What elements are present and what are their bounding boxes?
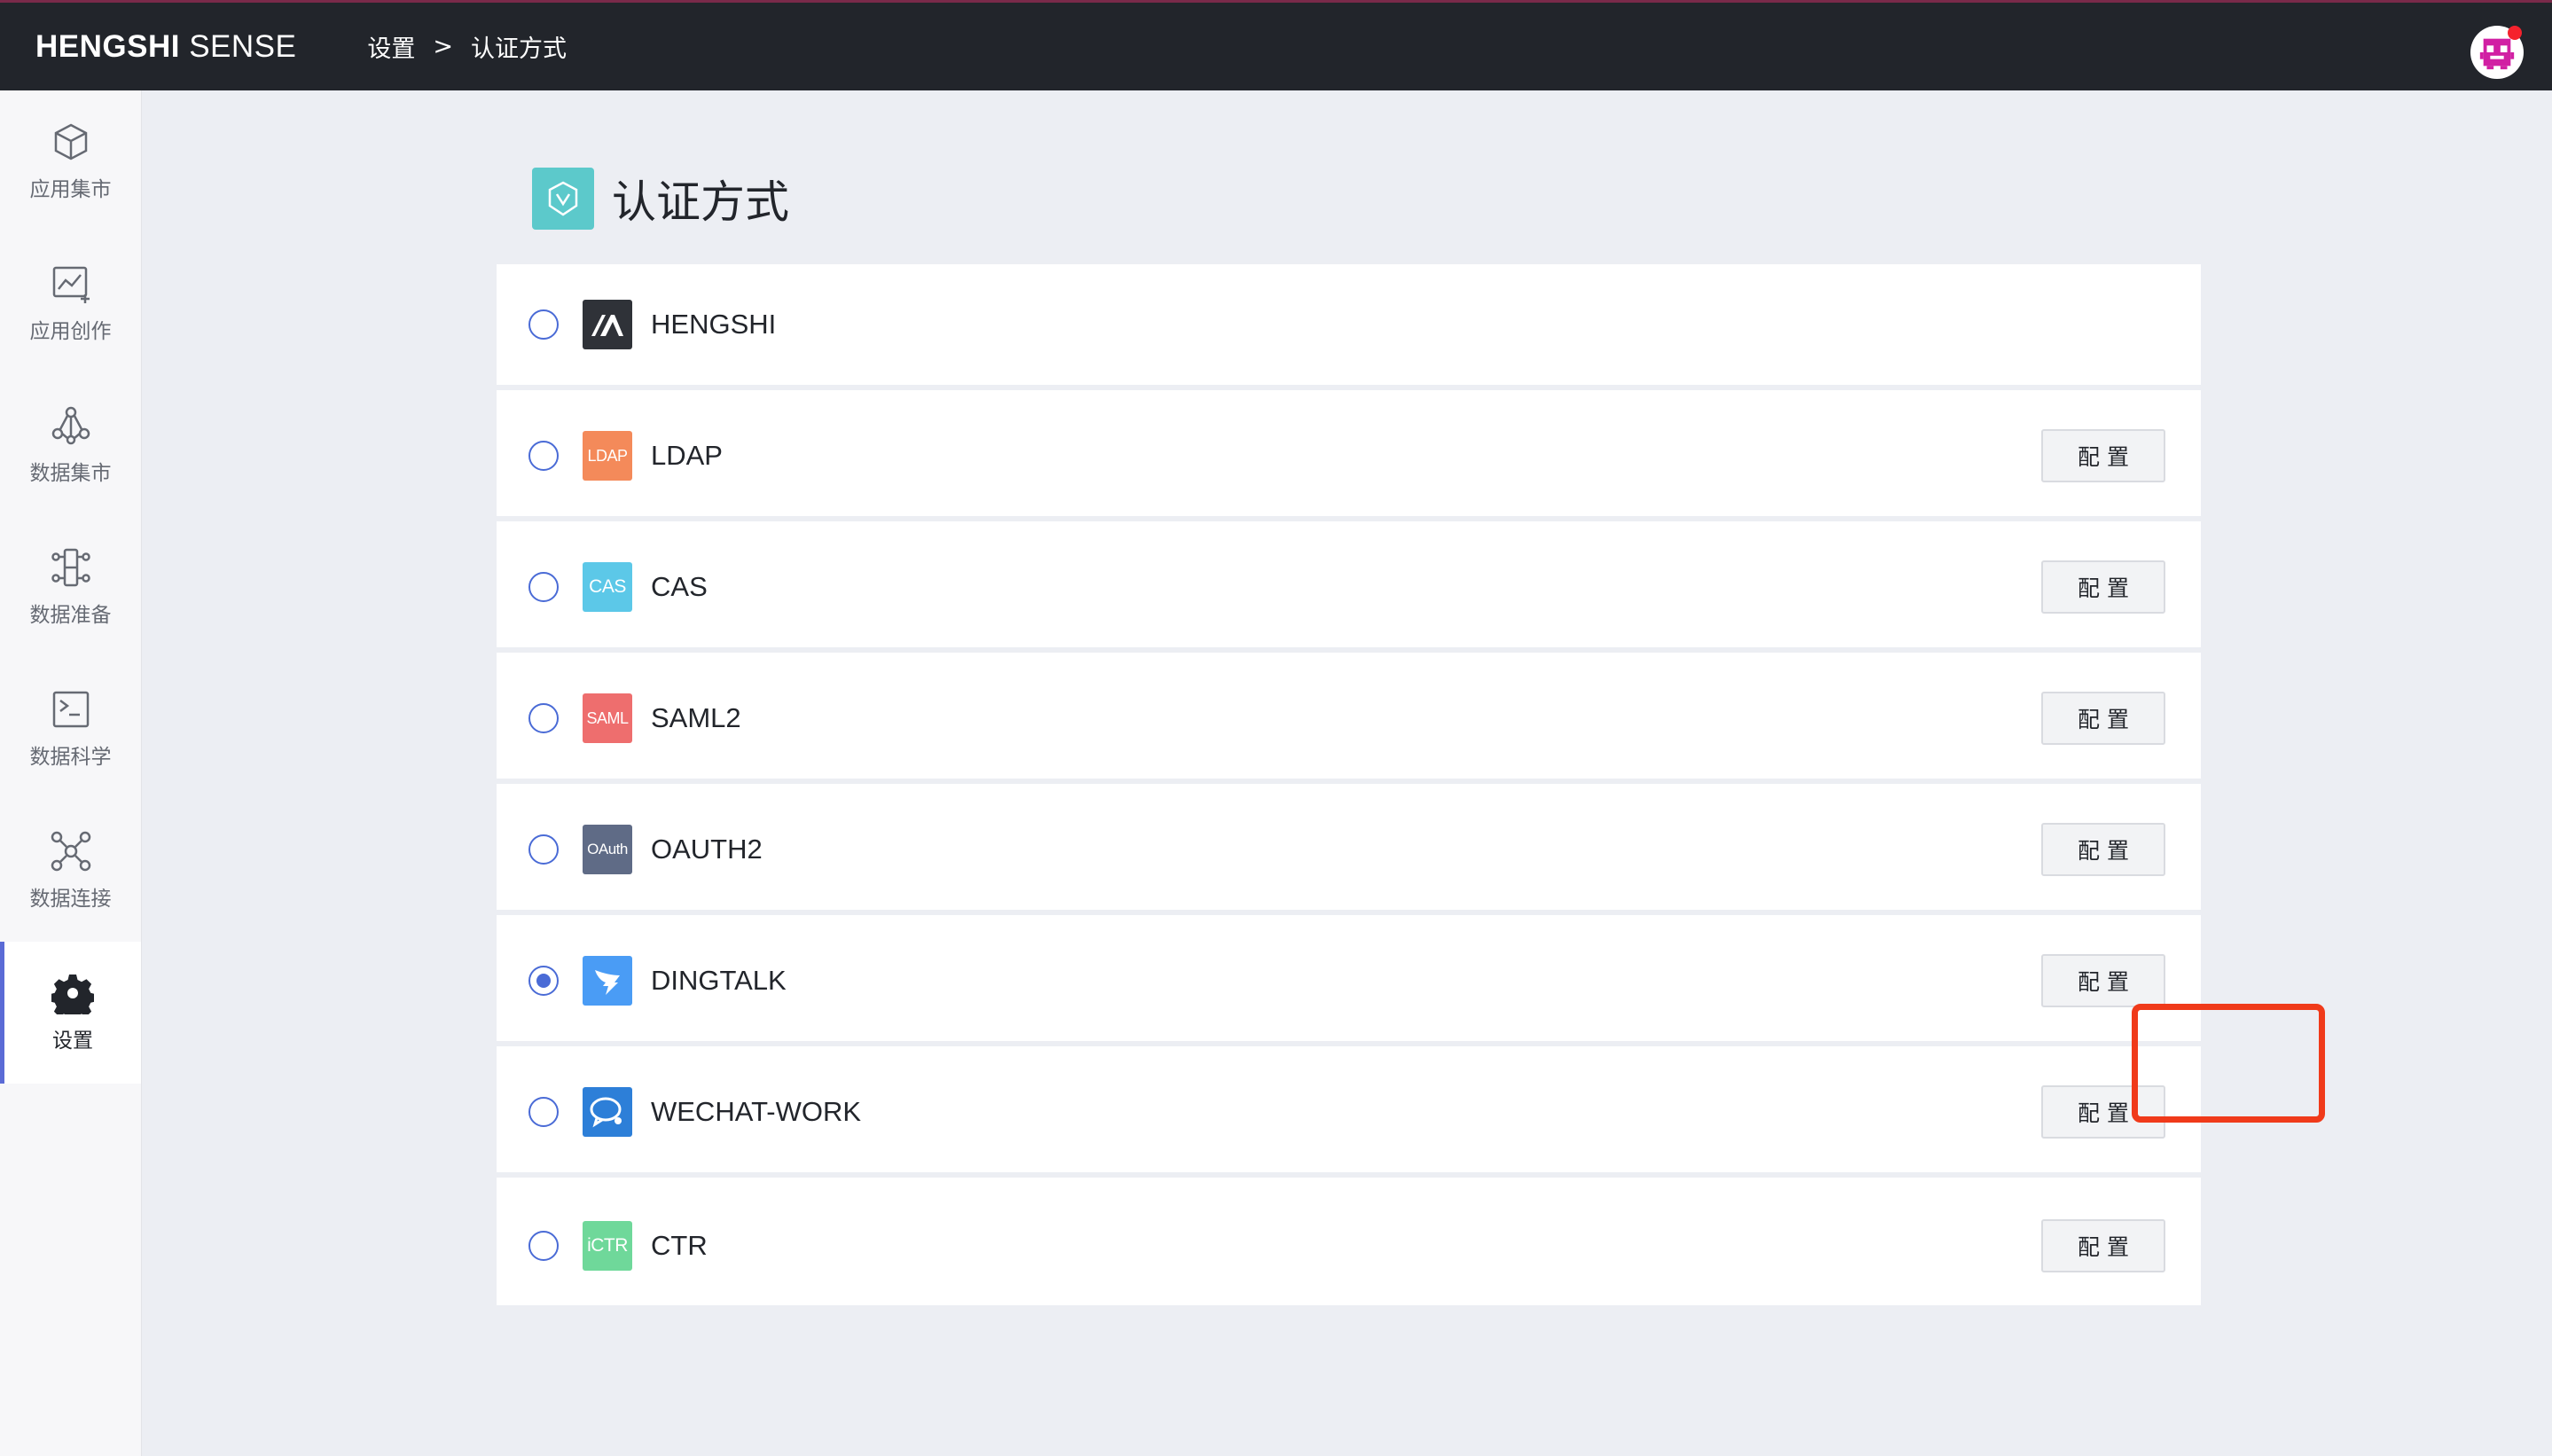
ctr-logo-icon: iCTR: [583, 1221, 632, 1271]
sidebar-item-data-science[interactable]: 数据科学: [0, 658, 141, 800]
auth-name: LDAP: [651, 440, 723, 471]
auth-name: DINGTALK: [651, 965, 787, 996]
radio-oauth2[interactable]: [528, 834, 559, 865]
auth-name: OAUTH2: [651, 834, 763, 865]
saml-logo-icon: SAML: [583, 693, 632, 743]
sidebar-item-settings[interactable]: 设置: [0, 942, 141, 1084]
config-button-cas[interactable]: 配置: [2041, 560, 2165, 614]
data-market-icon: [51, 406, 90, 445]
auth-row-ldap: LDAP LDAP 配置: [497, 395, 2201, 521]
auth-methods-list: HENGSHI LDAP LDAP 配置 CAS CAS 配置 SAML SAM…: [497, 264, 2201, 1305]
auth-row-ctr: iCTR CTR 配置: [497, 1183, 2201, 1309]
sidebar-item-label: 数据科学: [29, 746, 112, 769]
sidebar-item-label: 数据集市: [29, 462, 112, 485]
config-button-oauth2[interactable]: 配置: [2041, 823, 2165, 876]
sidebar-item-data-connect[interactable]: 数据连接: [0, 800, 141, 942]
sidebar-item-label: 应用集市: [29, 178, 112, 201]
wechat-work-logo-icon: [583, 1087, 632, 1137]
auth-row-dingtalk: DINGTALK 配置: [497, 920, 2201, 1046]
gear-icon: [51, 975, 94, 1014]
sidebar: 应用集市 应用创作 数据集市 数据准备 数据科学 数据连接 设置: [0, 90, 142, 1456]
auth-row-saml2: SAML SAML2 配置: [497, 658, 2201, 784]
sidebar-item-label: 设置: [52, 1029, 93, 1053]
radio-ctr[interactable]: [528, 1231, 559, 1261]
config-button-ctr[interactable]: 配置: [2041, 1219, 2165, 1272]
cube-icon: [54, 123, 87, 160]
config-button-saml2[interactable]: 配置: [2041, 692, 2165, 745]
auth-name: WECHAT-WORK: [651, 1096, 862, 1127]
sidebar-item-label: 数据准备: [29, 604, 112, 627]
sidebar-item-label: 应用创作: [29, 320, 112, 343]
auth-row-hengshi: HENGSHI: [497, 264, 2201, 390]
auth-shield-icon: [532, 168, 594, 230]
avatar[interactable]: [2470, 26, 2524, 79]
sidebar-item-app-create[interactable]: 应用创作: [0, 232, 141, 374]
highlight-annotation-box: [2132, 1004, 2325, 1123]
auth-name: CAS: [651, 571, 708, 602]
breadcrumb-settings[interactable]: 设置: [367, 29, 415, 64]
auth-name: CTR: [651, 1230, 708, 1261]
sidebar-item-data-market[interactable]: 数据集市: [0, 374, 141, 516]
breadcrumb: 设置 > 认证方式: [367, 29, 567, 64]
cas-logo-icon: CAS: [583, 562, 632, 612]
radio-hengshi[interactable]: [528, 309, 559, 340]
auth-name: SAML2: [651, 702, 741, 733]
breadcrumb-current: 认证方式: [470, 35, 567, 63]
brand-logo[interactable]: HENGSHI SENSE: [35, 29, 296, 65]
breadcrumb-separator: >: [433, 33, 453, 60]
auth-row-cas: CAS CAS 配置: [497, 527, 2201, 653]
auth-name: HENGSHI: [651, 309, 777, 340]
sidebar-item-data-prep[interactable]: 数据准备: [0, 516, 141, 658]
radio-cas[interactable]: [528, 572, 559, 602]
chart-create-icon: [52, 266, 90, 303]
sidebar-item-app-market[interactable]: 应用集市: [0, 90, 141, 232]
page-header: 认证方式: [532, 167, 789, 231]
oauth-logo-icon: OAuth: [583, 825, 632, 874]
top-bar: HENGSHI SENSE 设置 > 认证方式: [0, 0, 2552, 90]
main-content: 认证方式 HENGSHI LDAP LDAP 配置 CAS CAS 配置 SAM…: [142, 90, 2552, 1456]
network-icon: [51, 831, 90, 872]
page-title: 认证方式: [612, 176, 789, 228]
auth-row-wechat-work: WECHAT-WORK 配置: [497, 1052, 2201, 1178]
config-button-dingtalk[interactable]: 配置: [2041, 954, 2165, 1007]
ldap-logo-icon: LDAP: [583, 431, 632, 481]
data-prep-icon: [51, 548, 90, 587]
radio-wechat-work[interactable]: [528, 1097, 559, 1127]
dingtalk-logo-icon: [583, 956, 632, 1006]
radio-saml2[interactable]: [528, 703, 559, 733]
radio-dingtalk[interactable]: [528, 966, 559, 996]
notification-dot: [2508, 26, 2522, 40]
sidebar-item-label: 数据连接: [29, 888, 112, 911]
radio-ldap[interactable]: [528, 441, 559, 471]
hengshi-logo-icon: [583, 300, 632, 349]
config-button-ldap[interactable]: 配置: [2041, 429, 2165, 482]
terminal-icon: [52, 691, 89, 728]
auth-row-oauth2: OAuth OAUTH2 配置: [497, 789, 2201, 915]
